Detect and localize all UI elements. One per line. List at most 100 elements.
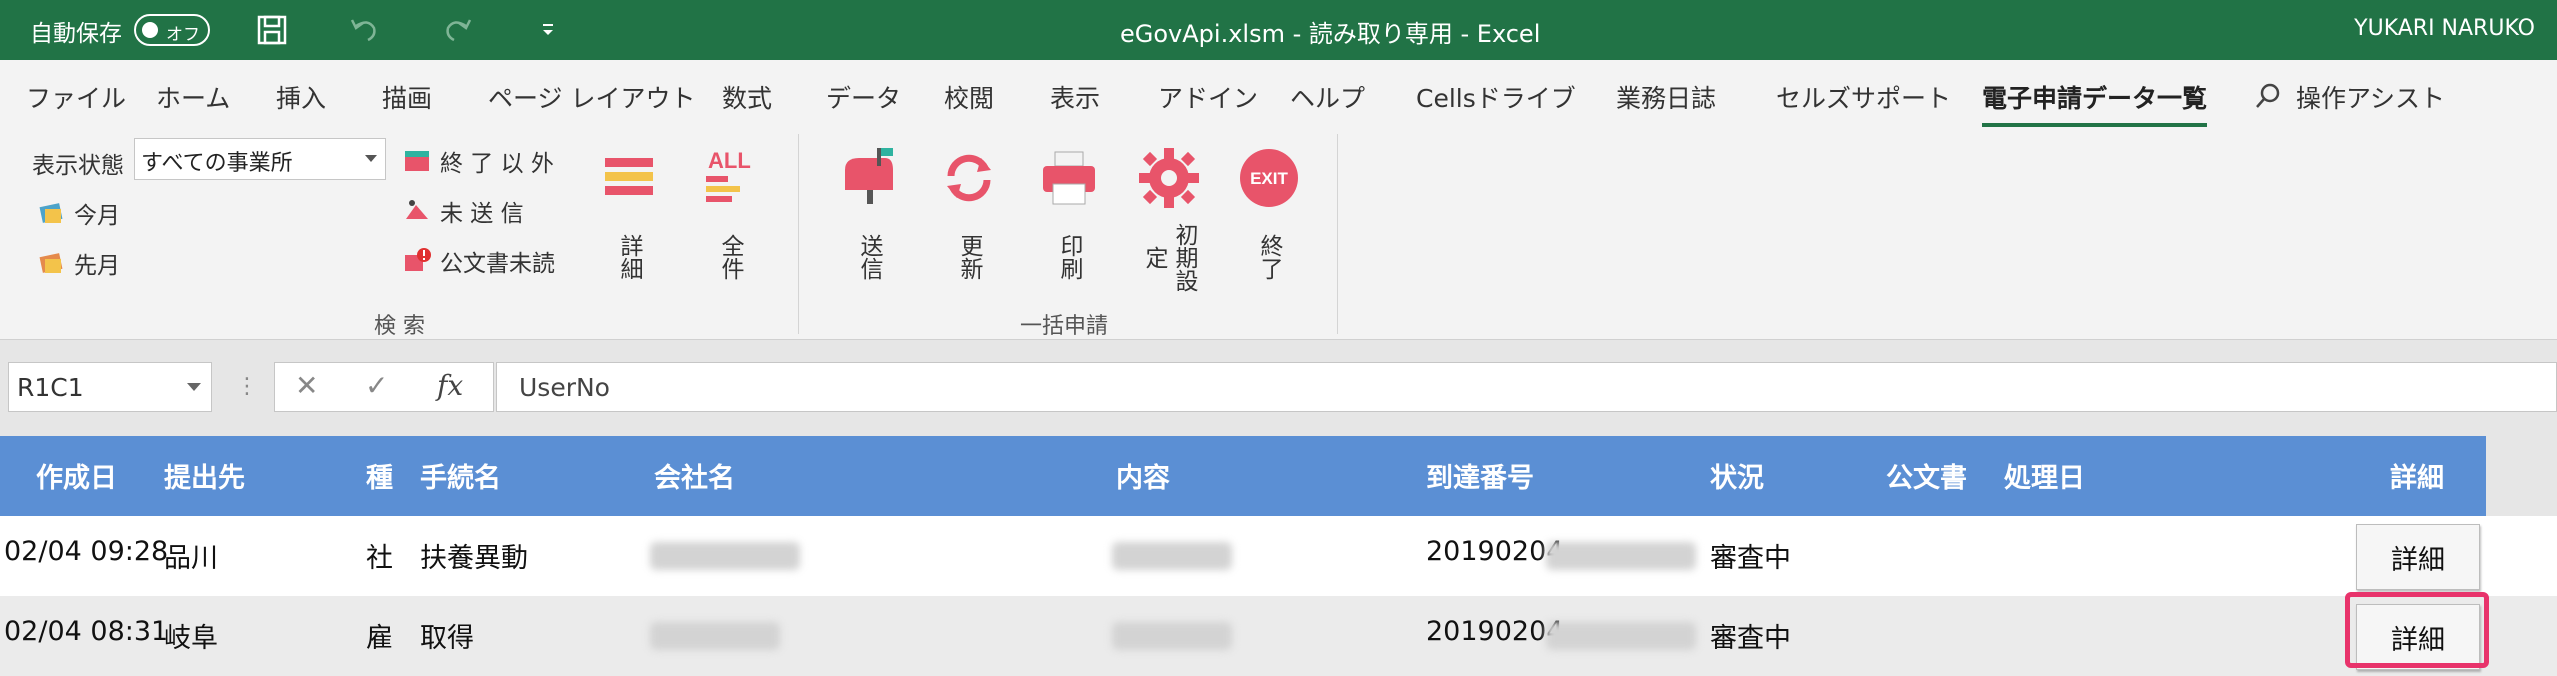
redo-icon[interactable] [436,10,480,50]
tab-draw[interactable]: 描画 [382,79,432,115]
undo-icon[interactable] [342,10,386,50]
unsent-button[interactable]: 未 送 信 [402,194,524,228]
detail-ribbon-label: 詳細 [616,234,642,280]
redacted-arrival-suffix [1546,622,1696,650]
tab-file[interactable]: ファイル [26,79,126,115]
all-badge-text: ALL [708,148,751,173]
display-state-value: すべての事業所 [141,151,293,176]
customize-qat-icon[interactable] [526,10,570,50]
tab-business-diary[interactable]: 業務日誌 [1616,79,1716,115]
autosave-toggle[interactable]: オフ [134,14,210,46]
initial-settings-button[interactable]: 初期設定 [1129,146,1209,316]
drag-handle-icon[interactable]: ⋮ [236,374,258,399]
tab-page-layout[interactable]: ページ レイアウト [488,79,695,115]
table-row[interactable]: 02/04 08:31 岐阜 雇 取得 20190204 審査中 詳細 [0,596,2557,676]
col-company: 会社名 [654,463,735,494]
redacted-company [650,622,780,650]
tab-formulas[interactable]: 数式 [722,79,772,115]
cell-kind: 社 [366,543,393,574]
redacted-content [1112,622,1232,650]
calendar-icon [39,253,63,273]
tab-addins[interactable]: アドイン [1158,79,1258,115]
redacted-arrival-suffix [1546,542,1696,570]
table-header: 作成日 提出先 種 手続名 会社名 内容 到達番号 状況 公文書 処理日 詳細 [0,436,2486,516]
cell-destination: 品川 [164,543,218,574]
group-search-label: 検 索 [374,314,425,339]
search-icon [2254,82,2282,114]
print-button[interactable]: 印刷 [1029,146,1109,316]
cell-destination: 岐阜 [164,623,218,654]
formula-input[interactable]: UserNo [496,362,2557,412]
chevron-down-icon [365,155,377,162]
tab-egov-list[interactable]: 電子申請データ一覧 [1982,79,2208,127]
group-separator [1337,134,1338,334]
exit-button[interactable]: EXIT 終了 [1229,146,1309,316]
not-finished-label: 終 了 以 外 [440,151,554,177]
toggle-knob [142,22,158,38]
user-name[interactable]: YUKARI NARUKO [2354,16,2535,41]
mailbox-icon [845,148,893,204]
tab-data[interactable]: データ [826,79,901,115]
alert-icon [405,248,431,271]
col-status: 状況 [1710,463,1764,494]
mail-icon [406,200,428,219]
list-icon [605,158,653,195]
update-label: 更新 [956,234,982,280]
display-state-label: 表示状態 [32,153,124,179]
formula-bar: R1C1 ⋮ ✕ ✓ fx UserNo [0,340,2557,432]
enter-icon[interactable]: ✓ [365,369,388,402]
autosave-label: 自動保存 [30,21,122,47]
print-label: 印刷 [1056,234,1082,280]
detail-button[interactable]: 詳細 [2356,524,2480,590]
all-icon: ALL [706,148,751,202]
name-box[interactable]: R1C1 [8,362,212,412]
tab-insert[interactable]: 挿入 [276,79,326,115]
tab-cells-drive[interactable]: Cellsドライブ [1416,79,1576,115]
col-official-doc: 公文書 [1886,463,1967,494]
name-box-value: R1C1 [17,373,84,402]
insert-function-icon[interactable]: fx [437,369,463,402]
group-separator [798,134,799,334]
cell-status: 審査中 [1710,623,1791,654]
cell-arrival-number: 20190204 [1426,536,1564,567]
printer-icon [1043,151,1095,205]
redacted-content [1112,542,1232,570]
tab-view[interactable]: 表示 [1050,79,1100,115]
unsent-label: 未 送 信 [440,201,524,227]
cell-procedure: 取得 [420,623,474,654]
this-month-label: 今月 [74,203,120,229]
autosave-state: オフ [166,25,200,45]
tab-review[interactable]: 校閲 [944,79,994,115]
all-button[interactable]: ALL 全件 [690,146,770,316]
last-month-button[interactable]: 先月 [38,246,120,280]
cell-arrival-number: 20190204 [1426,616,1564,647]
title-bar: 自動保存 オフ eGovApi.xlsm - 読み取り専用 - Excel YU… [0,0,2557,60]
formula-buttons: ✕ ✓ fx [274,362,494,412]
col-created-date: 作成日 [36,463,117,494]
initial-settings-label: 初期設定 [1141,222,1197,292]
exit-label: 終了 [1256,234,1282,280]
unread-official-button[interactable]: 公文書未読 [402,244,555,278]
this-month-button[interactable]: 今月 [38,196,120,230]
tab-home[interactable]: ホーム [156,79,230,115]
display-state-select[interactable]: すべての事業所 [134,138,386,180]
table-row[interactable]: 02/04 09:28 品川 社 扶養異動 20190204 審査中 詳細 [0,516,2557,596]
cell-kind: 雇 [366,623,393,654]
col-procedure: 手続名 [420,463,501,494]
col-processed-date: 処理日 [2004,463,2085,494]
detail-ribbon-button[interactable]: 詳細 [589,146,669,316]
window-title: eGovApi.xlsm - 読み取り専用 - Excel [1120,20,1541,48]
chevron-down-icon [187,383,201,391]
tab-cells-support[interactable]: セルズサポート [1776,79,1951,115]
save-icon[interactable] [250,10,294,50]
ribbon: 表示状態 すべての事業所 今月 先月 終 了 以 外 未 送 信 公文書未読 詳… [0,128,2557,340]
not-finished-button[interactable]: 終 了 以 外 [402,144,554,178]
group-bulk-label: 一括申請 [1020,314,1109,339]
tab-help[interactable]: ヘルプ [1290,79,1365,115]
cancel-icon[interactable]: ✕ [295,369,318,402]
send-button[interactable]: 送信 [829,146,909,316]
last-month-label: 先月 [74,253,120,279]
tab-tell-me[interactable]: 操作アシスト [2296,79,2445,115]
update-button[interactable]: 更新 [929,146,1009,316]
worksheet: 作成日 提出先 種 手続名 会社名 内容 到達番号 状況 公文書 処理日 詳細 … [0,432,2557,676]
